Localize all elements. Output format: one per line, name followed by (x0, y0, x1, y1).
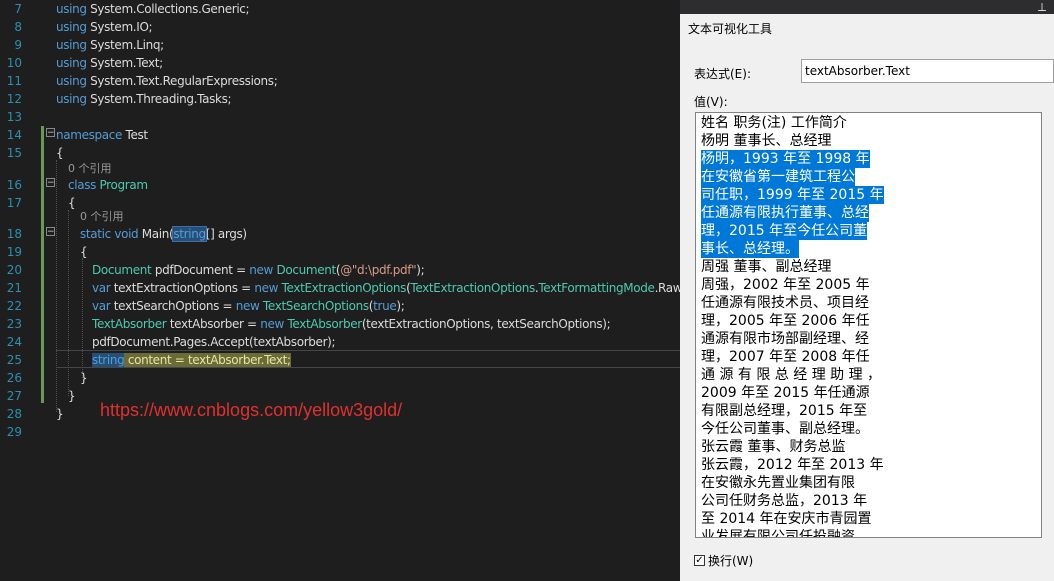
line-number: 16 (6, 178, 22, 192)
line-number: 27 (6, 389, 22, 403)
code-line-21: var textExtractionOptions = new TextExtr… (92, 281, 680, 295)
line-number: 7 (14, 2, 22, 16)
value-line: 在安徽永先置业集团有限 (701, 475, 855, 491)
line-number: 11 (6, 74, 22, 88)
code-line-24: pdfDocument.Pages.Accept(textAbsorber); (92, 335, 336, 349)
value-label: 值(V): (694, 95, 728, 109)
line-number: 8 (14, 20, 22, 34)
collapse-method-icon[interactable]: − (46, 227, 55, 237)
line-number: 21 (6, 281, 22, 295)
code-line-26: } (80, 371, 88, 385)
indent-guide (56, 160, 57, 412)
code-line-7: using System.Collections.Generic; (56, 2, 250, 16)
code-line-18: static void Main(string[] args) (80, 226, 247, 242)
wrap-checkbox[interactable]: ✓ (694, 555, 705, 566)
value-textbox[interactable]: 姓名 职务(注) 工作简介 杨明 董事长、总经理 杨明，1993 年至 1998 年… (695, 112, 1042, 538)
value-line: 杨明，1993 年至 1998 年 (701, 150, 870, 168)
line-number: 20 (6, 263, 22, 277)
collapse-namespace-icon[interactable]: − (46, 128, 55, 138)
code-line-11: using System.Text.RegularExpressions; (56, 74, 278, 88)
blog-url-watermark: https://www.cnblogs.com/yellow3gold/ (100, 400, 403, 420)
code-line-10: using System.Text; (56, 56, 163, 70)
value-line: 周强，2002 年至 2005 年 (701, 277, 870, 293)
line-number: 17 (6, 196, 22, 210)
line-number: 24 (6, 335, 22, 349)
dialog-title: 文本可视化工具 (688, 22, 773, 36)
value-line: 在安徽省第一建筑工程公 (701, 168, 855, 186)
code-line-19: { (80, 245, 88, 259)
code-line-22: var textSearchOptions = new TextSearchOp… (92, 299, 405, 313)
line-number: 26 (6, 371, 22, 385)
value-line: 公司任财务总监，2013 年 (701, 493, 868, 509)
line-number: 22 (6, 299, 22, 313)
code-line-12: using System.Threading.Tasks; (56, 92, 232, 106)
value-line: 2009 年至 2015 年任通源 (701, 385, 870, 401)
line-number: 29 (6, 425, 22, 439)
reference-count[interactable]: 0 个引用 (80, 210, 124, 224)
line-number: 10 (6, 56, 22, 70)
line-number: 12 (6, 92, 22, 106)
value-line: 理，2007 年至 2008 年任 (701, 349, 870, 365)
line-number: 15 (6, 146, 22, 160)
collapse-class-icon[interactable]: − (46, 178, 55, 188)
line-number: 14 (6, 128, 22, 142)
line-number: 18 (6, 227, 22, 241)
line-number: 25 (6, 353, 22, 367)
line-number: 28 (6, 407, 22, 421)
code-line-8: using System.IO; (56, 20, 153, 34)
code-line-9: using System.Linq; (56, 38, 164, 52)
code-line-17: { (68, 196, 76, 210)
value-line: 理，2015 年至今任公司董 (701, 222, 868, 240)
value-line: 张云霞，2012 年至 2013 年 (701, 457, 884, 473)
line-number: 9 (14, 38, 22, 52)
value-line: 张云霞 董事、财务总监 (701, 439, 846, 455)
expression-input[interactable]: textAbsorber.Text (801, 59, 1054, 83)
value-line: 事长、总经理。 (701, 240, 799, 258)
value-line: 任通源有限执行董事、总经 (701, 204, 869, 222)
value-line: 周强 董事、副总经理 (701, 259, 832, 275)
wrap-label: 换行(W) (708, 554, 754, 568)
title-strip: ⟂ (680, 0, 1054, 14)
code-line-16: class Program (68, 178, 148, 192)
text-visualizer-dialog: ⟂ 文本可视化工具 表达式(E): textAbsorber.Text 值(V)… (680, 0, 1054, 581)
code-line-20: Document pdfDocument = new Document(@"d:… (92, 263, 425, 277)
wrap-option[interactable]: ✓ 换行(W) (694, 552, 753, 569)
indent-guide (68, 210, 69, 396)
value-line: 杨明 董事长、总经理 (701, 133, 832, 149)
value-line: 姓名 职务(注) 工作简介 (701, 115, 847, 131)
value-line: 至 2014 年在安庆市青园置 (701, 511, 872, 527)
value-line: 有限副总经理，2015 年至 (701, 403, 868, 419)
value-line: 业发展有限公司任投融资 (701, 529, 855, 538)
change-marker (41, 126, 44, 403)
value-line: 司任职，1999 年至 2015 年 (701, 186, 884, 204)
value-line: 通 源 有 限 总 经 理 助 理 ， (701, 367, 882, 383)
code-editor[interactable]: 7 8 9 10 11 12 13 14 15 16 17 18 19 20 21 22 23 24 25 26 27 2… (0, 0, 680, 581)
value-line: 通源有限市场部副经理、经 (701, 331, 869, 347)
line-number: 13 (6, 110, 22, 124)
code-line-14: namespace Test (56, 128, 148, 142)
reference-count[interactable]: 0 个引用 (68, 162, 112, 176)
pin-icon[interactable]: ⟂ (1038, 0, 1046, 14)
expression-label: 表达式(E): (694, 67, 751, 81)
code-line-25: string content = textAbsorber.Text; (92, 353, 291, 367)
line-number: 19 (6, 245, 22, 259)
code-line-15: { (56, 146, 64, 160)
value-line: 理，2005 年至 2006 年任 (701, 313, 870, 329)
value-line: 任通源有限技术员、项目经 (701, 295, 869, 311)
line-number: 23 (6, 317, 22, 331)
value-line: 今任公司董事、副总经理。 (701, 421, 869, 437)
code-line-23: TextAbsorber textAbsorber = new TextAbso… (92, 317, 611, 331)
